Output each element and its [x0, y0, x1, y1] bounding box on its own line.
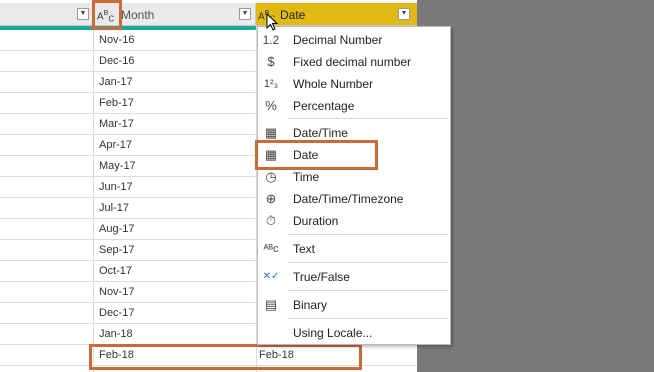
menu-item-label: Time: [293, 170, 320, 184]
menu-item-binary[interactable]: ▤ Binary: [258, 294, 450, 316]
month-cell[interactable]: Nov-16: [99, 34, 134, 46]
binary-icon: ▤: [264, 297, 278, 312]
text-type-icon: ᴬᴮc: [263, 243, 279, 255]
month-cell[interactable]: Mar-17: [99, 118, 134, 130]
month-cell[interactable]: Jan-18: [99, 328, 133, 340]
menu-item-label: Using Locale...: [293, 326, 373, 340]
menu-item-label: Whole Number: [293, 77, 374, 91]
stopwatch-icon: ⏱: [265, 213, 277, 228]
menu-item-label: Duration: [293, 214, 339, 228]
globe-clock-icon: ⊕: [265, 191, 277, 206]
column-header-date[interactable]: ABC Date ▼: [256, 3, 417, 26]
menu-item-percentage[interactable]: % Percentage: [258, 95, 450, 117]
menu-item-whole-number[interactable]: 1²₃ Whole Number: [258, 73, 450, 95]
menu-item-date-time-timezone[interactable]: ⊕ Date/Time/Timezone: [258, 188, 450, 210]
month-cell[interactable]: Jan-17: [99, 76, 133, 88]
menu-item-text[interactable]: ᴬᴮc Text: [258, 238, 450, 260]
menu-separator: [288, 262, 448, 263]
menu-item-label: Text: [293, 242, 316, 256]
data-type-menu: 1.2 Decimal Number $ Fixed decimal number 1²…: [255, 26, 451, 345]
menu-item-label: Decimal Number: [293, 33, 383, 47]
filter-dropdown-icon[interactable]: ▼: [398, 8, 410, 20]
highlight-month-type: [92, 0, 122, 30]
whole-number-icon: 1²₃: [263, 78, 279, 90]
column-header-month-label: Month: [121, 8, 155, 22]
menu-separator: [288, 290, 448, 291]
menu-item-using-locale[interactable]: Using Locale...: [258, 322, 450, 344]
menu-item-label: Date/Time: [293, 126, 348, 140]
menu-item-label: True/False: [293, 270, 350, 284]
clock-icon: ◷: [265, 169, 277, 184]
menu-item-label: Binary: [293, 298, 328, 312]
column-header-date-label: Date: [280, 8, 306, 22]
month-cell[interactable]: Sep-17: [99, 244, 134, 256]
menu-item-label: Date/Time/Timezone: [293, 192, 404, 206]
highlight-date-option: [255, 140, 378, 170]
month-cell[interactable]: Apr-17: [99, 139, 132, 151]
month-cell[interactable]: Dec-16: [99, 55, 134, 67]
menu-separator: [288, 118, 448, 119]
month-cell[interactable]: Dec-17: [99, 307, 134, 319]
menu-item-label: Percentage: [293, 99, 355, 113]
menu-separator: [288, 234, 448, 235]
menu-item-fixed-decimal-number[interactable]: $ Fixed decimal number: [258, 51, 450, 73]
month-cell[interactable]: Nov-17: [99, 286, 134, 298]
month-cell[interactable]: Oct-17: [99, 265, 132, 277]
month-cell[interactable]: Jul-17: [99, 202, 129, 214]
column-header-previous[interactable]: ▼: [0, 3, 93, 26]
mouse-cursor-icon: [266, 13, 279, 31]
menu-separator: [288, 318, 448, 319]
filter-dropdown-icon[interactable]: ▼: [77, 8, 89, 20]
true-false-icon: ✕✓: [262, 271, 280, 282]
highlight-last-row: [89, 344, 362, 370]
month-cell[interactable]: Aug-17: [99, 223, 134, 235]
dollar-icon: $: [267, 54, 275, 69]
percent-icon: %: [265, 98, 277, 113]
month-cell[interactable]: May-17: [99, 160, 136, 172]
menu-item-duration[interactable]: ⏱ Duration: [258, 210, 450, 232]
filter-dropdown-icon[interactable]: ▼: [239, 8, 251, 20]
month-cell[interactable]: Feb-17: [99, 97, 134, 109]
menu-item-decimal-number[interactable]: 1.2 Decimal Number: [258, 29, 450, 51]
month-cell[interactable]: Jun-17: [99, 181, 133, 193]
menu-item-true-false[interactable]: ✕✓ True/False: [258, 266, 450, 288]
menu-item-label: Fixed decimal number: [293, 55, 412, 69]
decimal-icon: 1.2: [262, 33, 280, 47]
